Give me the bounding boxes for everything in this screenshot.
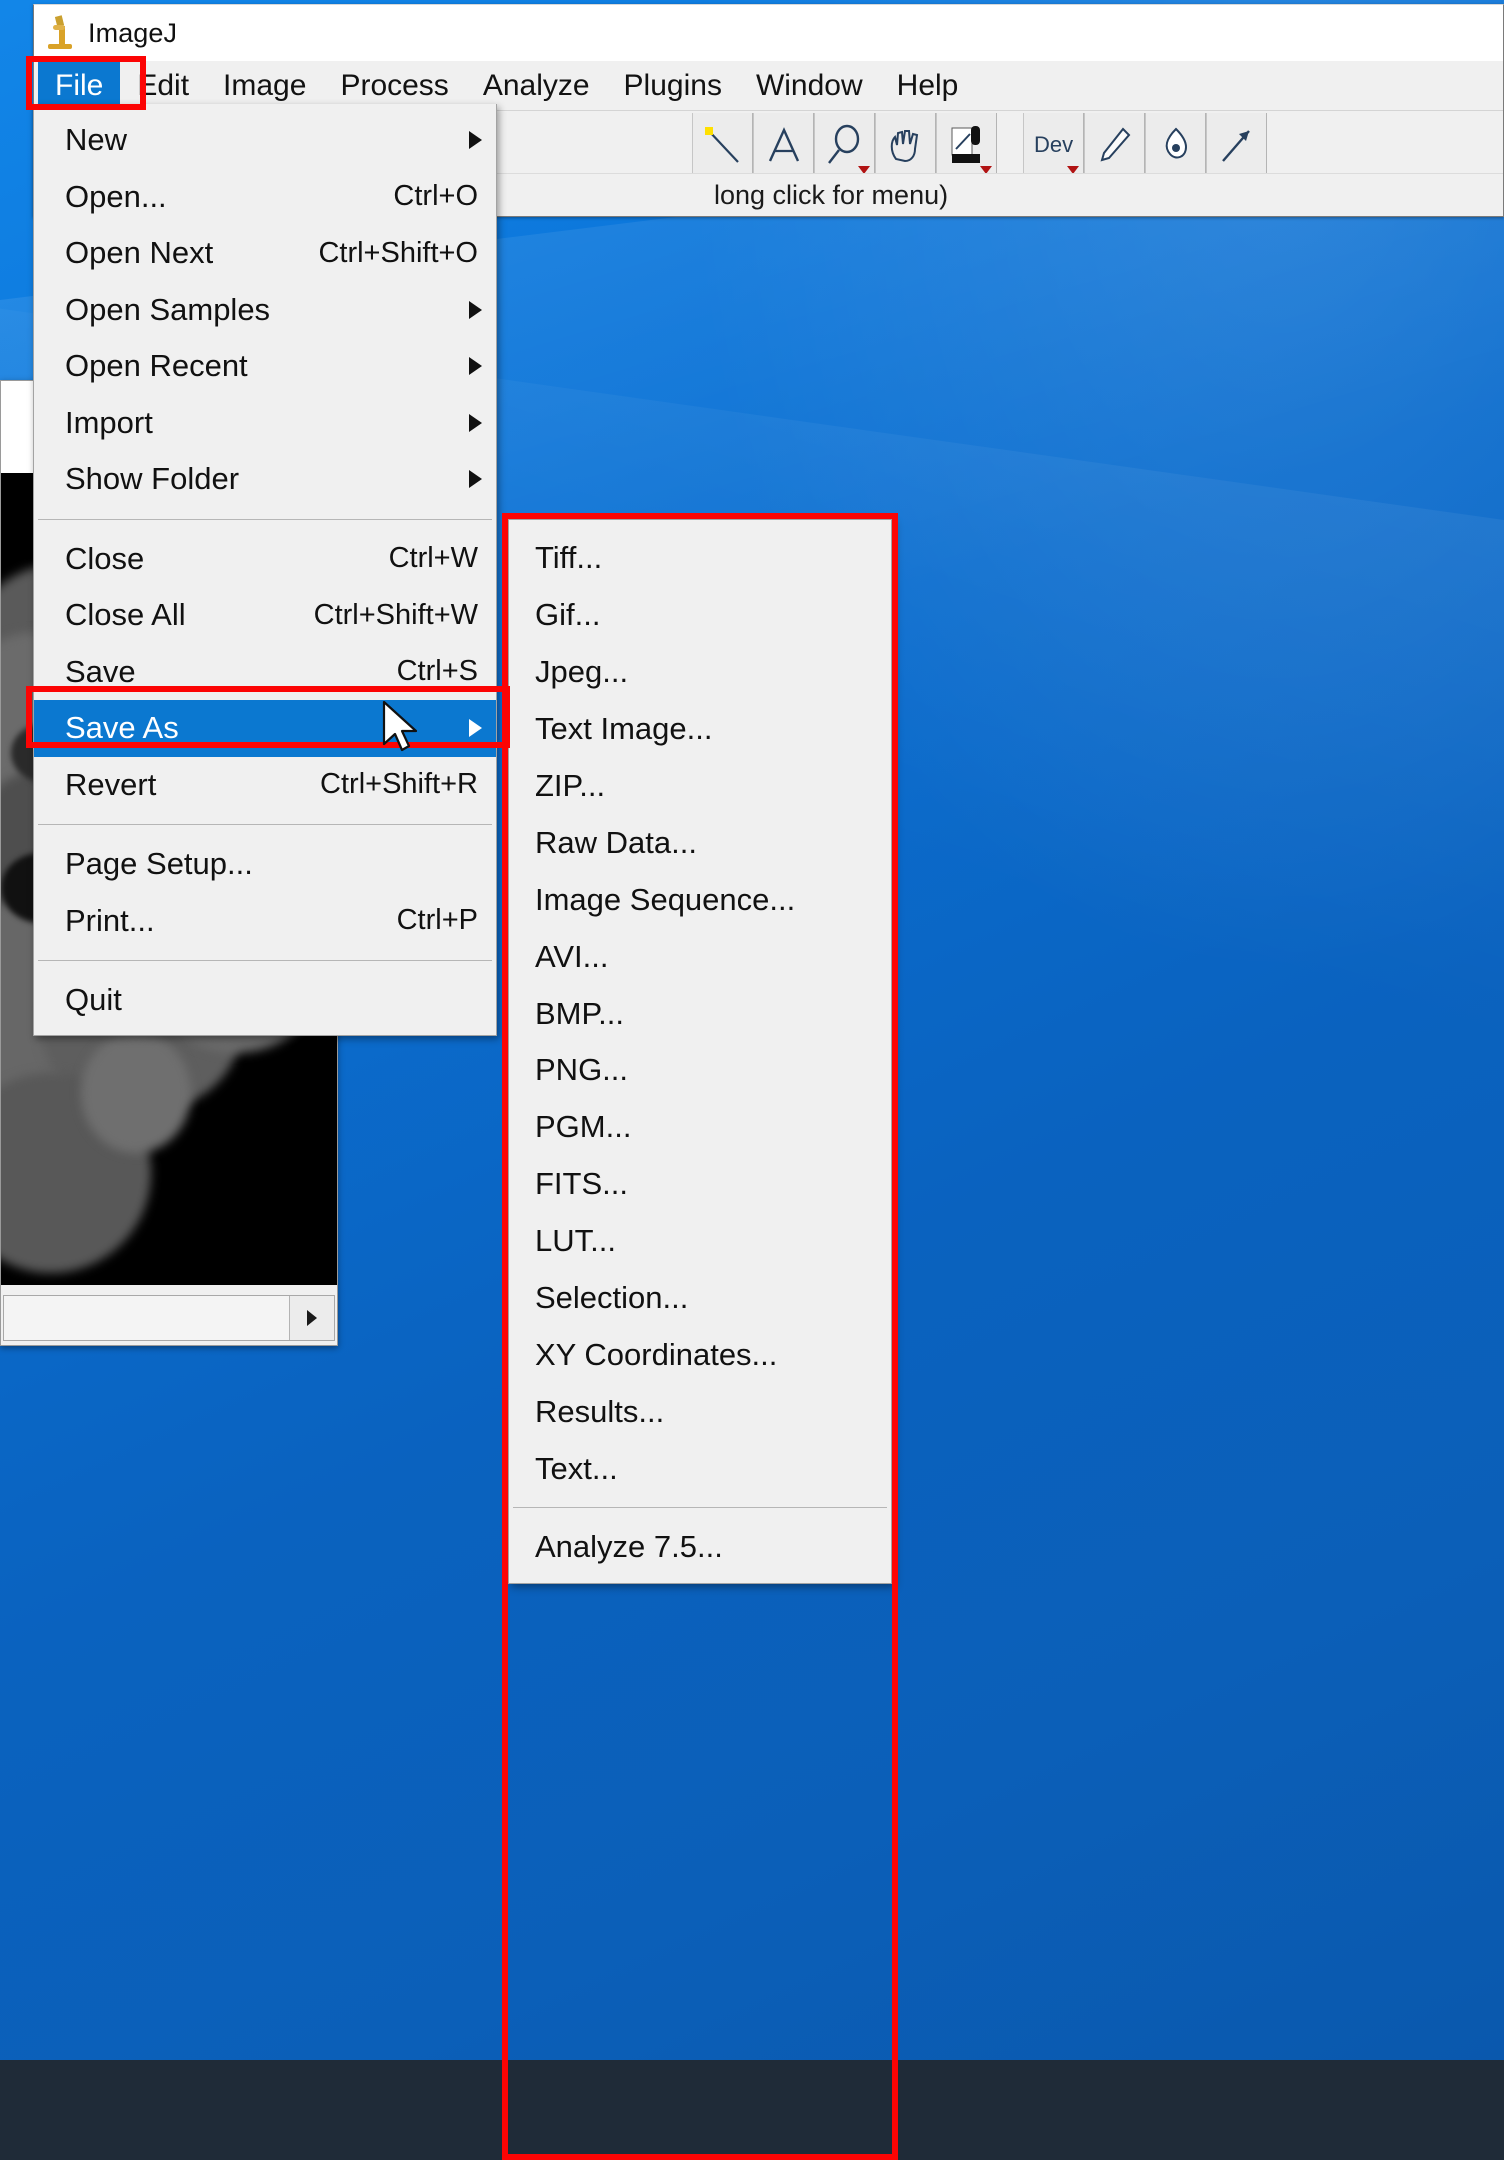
menu-item-close[interactable]: Close Ctrl+W xyxy=(34,531,496,588)
submenu-arrow-icon xyxy=(469,470,482,489)
microscope-icon xyxy=(46,15,76,50)
submenu-arrow-icon xyxy=(469,413,482,432)
imagej-titlebar[interactable]: ImageJ xyxy=(34,5,1503,61)
save-as-submenu[interactable]: Tiff... Gif... Jpeg... Text Image... ZIP… xyxy=(508,519,892,1585)
menu-item-quit[interactable]: Quit xyxy=(34,972,496,1029)
image-horizontal-scrollbar[interactable] xyxy=(3,1295,335,1341)
submenu-separator xyxy=(513,1507,887,1509)
menu-separator xyxy=(38,518,492,520)
menu-item-show-folder[interactable]: Show Folder xyxy=(34,451,496,508)
taskbar[interactable] xyxy=(0,2060,1504,2160)
menu-image[interactable]: Image xyxy=(206,61,323,110)
scroll-right-arrow-icon[interactable] xyxy=(289,1296,334,1340)
submenu-item-lut[interactable]: LUT... xyxy=(509,1213,891,1270)
menu-item-open-recent[interactable]: Open Recent xyxy=(34,338,496,395)
submenu-item-results[interactable]: Results... xyxy=(509,1383,891,1440)
paint-bucket-tool-icon[interactable] xyxy=(1145,113,1206,177)
submenu-item-bmp[interactable]: BMP... xyxy=(509,985,891,1042)
menu-item-import[interactable]: Import xyxy=(34,395,496,452)
menu-item-open[interactable]: Open... Ctrl+O xyxy=(34,169,496,226)
menu-item-revert[interactable]: Revert Ctrl+Shift+R xyxy=(34,757,496,814)
hand-tool-icon[interactable] xyxy=(875,113,936,177)
submenu-arrow-icon xyxy=(469,300,482,319)
status-text: long click for menu) xyxy=(714,179,949,210)
toolbar[interactable]: Dev xyxy=(690,111,1503,177)
magnifier-tool-icon[interactable] xyxy=(814,113,875,177)
dev-tool-icon[interactable]: Dev xyxy=(1023,113,1084,177)
menu-plugins[interactable]: Plugins xyxy=(607,61,739,110)
submenu-item-xy-coordinates[interactable]: XY Coordinates... xyxy=(509,1326,891,1383)
menu-item-new[interactable]: New xyxy=(34,112,496,169)
submenu-item-tiff[interactable]: Tiff... xyxy=(509,530,891,587)
menu-item-open-next[interactable]: Open Next Ctrl+Shift+O xyxy=(34,225,496,282)
submenu-item-zip[interactable]: ZIP... xyxy=(509,758,891,815)
line-tool-icon[interactable] xyxy=(692,113,753,177)
menu-item-page-setup[interactable]: Page Setup... xyxy=(34,836,496,893)
submenu-item-raw-data[interactable]: Raw Data... xyxy=(509,814,891,871)
menu-separator xyxy=(38,960,492,961)
submenu-item-selection[interactable]: Selection... xyxy=(509,1270,891,1327)
submenu-item-image-sequence[interactable]: Image Sequence... xyxy=(509,871,891,928)
file-dropdown-menu[interactable]: New Open... Ctrl+O Open Next Ctrl+Shift+… xyxy=(33,104,497,1036)
menu-edit[interactable]: Edit xyxy=(120,61,206,110)
submenu-item-text-image[interactable]: Text Image... xyxy=(509,701,891,758)
submenu-item-avi[interactable]: AVI... xyxy=(509,928,891,985)
submenu-item-fits[interactable]: FITS... xyxy=(509,1156,891,1213)
dropper-tool-icon[interactable] xyxy=(936,113,997,177)
text-tool-icon[interactable] xyxy=(753,113,814,177)
brush-tool-icon[interactable] xyxy=(1084,113,1145,177)
submenu-arrow-icon xyxy=(469,131,482,150)
menu-process[interactable]: Process xyxy=(323,61,465,110)
menu-file[interactable]: File xyxy=(38,61,121,110)
submenu-item-analyze-75[interactable]: Analyze 7.5... xyxy=(509,1518,891,1575)
svg-text:Dev: Dev xyxy=(1034,132,1073,157)
arrow-tool-icon[interactable] xyxy=(1206,113,1267,177)
submenu-arrow-icon xyxy=(469,719,482,738)
menu-analyze[interactable]: Analyze xyxy=(466,61,607,110)
menu-item-save[interactable]: Save Ctrl+S xyxy=(34,644,496,701)
menu-item-save-as[interactable]: Save As xyxy=(34,700,496,757)
menu-help[interactable]: Help xyxy=(880,61,976,110)
submenu-item-text[interactable]: Text... xyxy=(509,1440,891,1497)
menu-separator xyxy=(38,824,492,825)
menu-item-close-all[interactable]: Close All Ctrl+Shift+W xyxy=(34,587,496,644)
menu-item-print[interactable]: Print... Ctrl+P xyxy=(34,893,496,950)
submenu-item-pgm[interactable]: PGM... xyxy=(509,1099,891,1156)
submenu-item-gif[interactable]: Gif... xyxy=(509,587,891,644)
submenu-arrow-icon xyxy=(469,357,482,376)
app-title: ImageJ xyxy=(88,17,178,48)
menu-window[interactable]: Window xyxy=(739,61,880,110)
menu-item-open-samples[interactable]: Open Samples xyxy=(34,282,496,339)
submenu-item-png[interactable]: PNG... xyxy=(509,1042,891,1099)
submenu-item-jpeg[interactable]: Jpeg... xyxy=(509,644,891,701)
